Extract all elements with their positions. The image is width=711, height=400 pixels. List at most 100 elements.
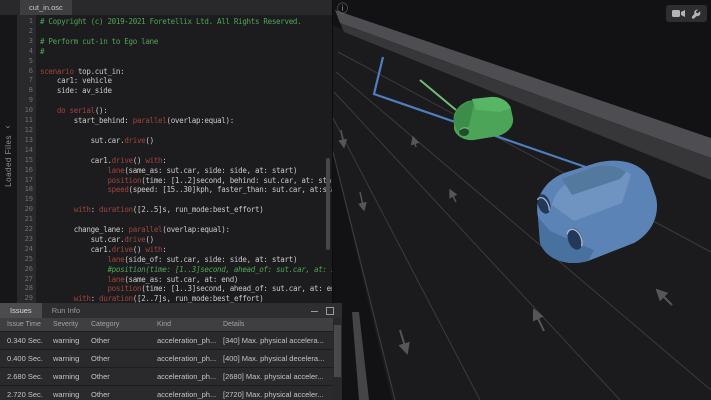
line-number: 9 [17, 96, 33, 106]
line-number: 23 [17, 235, 33, 245]
issue-cell: Other [84, 386, 150, 400]
column-category[interactable]: Category [84, 318, 150, 332]
code-line: speed(speed: [15..30]kph, faster_than: s… [40, 185, 332, 195]
tab-issues[interactable]: Issues [0, 303, 42, 318]
issue-row[interactable]: 0.340 Sec.warningOtheracceleration_ph...… [0, 332, 333, 350]
loaded-files-label: Loaded Files [4, 135, 13, 187]
issue-cell: 0.400 Sec. [0, 350, 46, 368]
line-number: 13 [17, 136, 33, 146]
issues-header-row: Issue Time Severity Category Kind Detail… [0, 318, 333, 332]
code-line: with: duration([2..7]s, run_mode:best_ef… [40, 294, 332, 303]
issue-cell: 2.680 Sec. [0, 368, 46, 386]
code-line: start_behind: parallel(overlap:equal): [40, 116, 332, 126]
3d-viewport[interactable]: ⓘ [332, 0, 711, 400]
scene-canvas [332, 0, 711, 400]
editor-scrollbar[interactable] [326, 158, 330, 250]
code-content[interactable]: # Copyright (c) 2019-2021 Foretellix Ltd… [36, 15, 332, 303]
line-number: 3 [17, 37, 33, 47]
issues-table-body: 0.340 Sec.warningOtheracceleration_ph...… [0, 332, 333, 400]
code-editor-pane: cut_in.osc › Loaded Files 12345678910111… [0, 0, 333, 303]
issue-cell: warning [46, 386, 84, 400]
line-number: 8 [17, 86, 33, 96]
line-number: 22 [17, 225, 33, 235]
maximize-icon[interactable] [326, 307, 334, 315]
code-line [40, 96, 332, 106]
issues-table: Issue Time Severity Category Kind Detail… [0, 318, 333, 400]
issue-cell: Other [84, 332, 150, 350]
code-line: # Perform cut-in to Ego lane [40, 37, 332, 47]
code-line: lane(same_as: sut.car, at: end) [40, 275, 332, 285]
code-line: car1.drive() with: [40, 156, 332, 166]
line-number: 21 [17, 215, 33, 225]
column-details[interactable]: Details [216, 318, 333, 332]
line-number: 5 [17, 57, 33, 67]
wrench-icon[interactable] [691, 9, 701, 19]
issue-cell: acceleration_ph... [150, 350, 216, 368]
code-line [40, 146, 332, 156]
issue-row[interactable]: 0.400 Sec.warningOtheracceleration_ph...… [0, 350, 333, 368]
column-severity[interactable]: Severity [46, 318, 84, 332]
code-line: # Copyright (c) 2019-2021 Foretellix Ltd… [40, 17, 332, 27]
code-line: with: duration([2..5]s, run_mode:best_ef… [40, 205, 332, 215]
issue-cell: Other [84, 350, 150, 368]
app-window: ⓘ cut_in.osc › Loaded Files 123456789101… [0, 0, 711, 400]
column-issue-time[interactable]: Issue Time [0, 318, 46, 332]
viewport-toolbar [666, 5, 707, 22]
minimize-icon[interactable] [311, 311, 318, 312]
issues-scrollbar[interactable] [333, 319, 342, 400]
code-line: position(time: [1..2]second, behind: sut… [40, 176, 332, 186]
tab-run-info[interactable]: Run Info [42, 303, 90, 318]
code-line: do serial(): [40, 106, 332, 116]
chevron-expand-icon: › [5, 126, 13, 129]
code-line: car1.drive() with: [40, 245, 332, 255]
issue-cell: acceleration_ph... [150, 332, 216, 350]
code-line: sut.car.drive() [40, 136, 332, 146]
editor-tab-cut-in[interactable]: cut_in.osc [20, 0, 72, 15]
issues-panel: Issues Run Info Issue Time Severity Cate… [0, 303, 342, 400]
line-number: 15 [17, 156, 33, 166]
code-line [40, 126, 332, 136]
line-number: 2 [17, 27, 33, 37]
issue-row[interactable]: 2.720 Sec.warningOtheracceleration_ph...… [0, 386, 333, 400]
line-number: 20 [17, 205, 33, 215]
column-kind[interactable]: Kind [150, 318, 216, 332]
issue-cell: [2680] Max. physical acceler... [216, 368, 333, 386]
code-line [40, 215, 332, 225]
line-number: 29 [17, 294, 33, 303]
line-number: 17 [17, 176, 33, 186]
code-line: lane(side_of: sut.car, side: side, at: s… [40, 255, 332, 265]
line-number: 1 [17, 17, 33, 27]
code-line: car1: vehicle [40, 76, 332, 86]
line-number: 25 [17, 255, 33, 265]
issues-tab-bar: Issues Run Info [0, 303, 342, 318]
line-number: 16 [17, 166, 33, 176]
camera-icon[interactable] [672, 9, 685, 18]
code-line: side: av_side [40, 86, 332, 96]
code-line: # [40, 47, 332, 57]
line-number: 10 [17, 106, 33, 116]
line-number: 4 [17, 47, 33, 57]
info-icon[interactable]: ⓘ [337, 2, 348, 16]
line-number: 6 [17, 67, 33, 77]
code-line [40, 57, 332, 67]
code-line: position(time: [1..3]second, ahead_of: s… [40, 284, 332, 294]
code-line: sut.car.drive() [40, 235, 332, 245]
code-line [40, 27, 332, 37]
issue-cell: [2720] Max. physical acceler... [216, 386, 333, 400]
issue-cell: [400] Max. physical decelera... [216, 350, 333, 368]
issue-cell: 0.340 Sec. [0, 332, 46, 350]
code-line: lane(same_as: sut.car, side: side, at: s… [40, 166, 332, 176]
editor-tab-bar: cut_in.osc [0, 0, 332, 15]
line-number: 11 [17, 116, 33, 126]
loaded-files-sidebar[interactable]: › Loaded Files [0, 15, 17, 303]
line-numbers: 1234567891011121314151617181920212223242… [17, 15, 36, 303]
line-number: 24 [17, 245, 33, 255]
issue-cell: [340] Max. physical accelera... [216, 332, 333, 350]
line-number: 26 [17, 265, 33, 275]
line-number: 18 [17, 185, 33, 195]
code-line: #position(time: [1..3]second, ahead_of: … [40, 265, 332, 275]
line-number: 19 [17, 195, 33, 205]
issue-row[interactable]: 2.680 Sec.warningOtheracceleration_ph...… [0, 368, 333, 386]
issue-cell: acceleration_ph... [150, 368, 216, 386]
issue-cell: acceleration_ph... [150, 386, 216, 400]
